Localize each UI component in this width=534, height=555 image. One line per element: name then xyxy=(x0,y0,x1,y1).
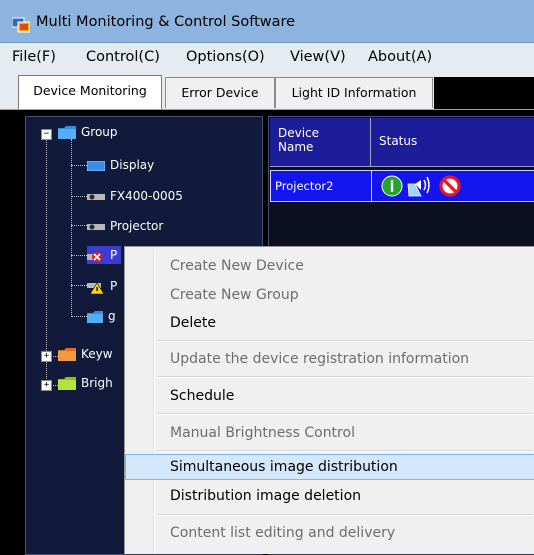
tree-node-label: P xyxy=(110,279,118,293)
tree-connector xyxy=(71,255,87,256)
tree-connector xyxy=(46,139,47,379)
tree-node-label: Group xyxy=(81,125,118,139)
menu-item-label: Create New Group xyxy=(170,287,299,303)
menu-item-label: Delete xyxy=(170,315,216,331)
audio-icon xyxy=(407,176,430,197)
menu-options[interactable]: Options(O) xyxy=(186,49,265,65)
column-label: Status xyxy=(379,134,418,148)
menu-item-update-registration[interactable]: Update the device registration informati… xyxy=(125,346,534,372)
menu-separator xyxy=(157,413,533,415)
cell-device-name: Projector2 xyxy=(275,179,334,193)
expand-toggle[interactable]: + xyxy=(41,380,52,391)
collapse-toggle[interactable]: − xyxy=(41,129,52,140)
menu-item-delete[interactable]: Delete xyxy=(125,310,534,336)
menu-item-label: Content list editing and delivery xyxy=(170,525,396,541)
menu-view[interactable]: View(V) xyxy=(290,49,346,65)
tab-bar: Device Monitoring Error Device Light ID … xyxy=(0,73,534,110)
tree-node-label: Keyw xyxy=(81,347,113,361)
tree-connector xyxy=(71,285,87,286)
tree-node-label: Projector xyxy=(110,219,164,233)
tree-connector xyxy=(71,316,87,317)
tree-node-subgroup[interactable]: g xyxy=(87,307,116,325)
menu-separator xyxy=(157,340,533,342)
projector-warning-icon xyxy=(87,281,105,294)
cell-divider xyxy=(371,171,372,201)
folder-icon xyxy=(58,126,76,139)
tree-node-label: Display xyxy=(110,158,155,172)
tree-node-group[interactable]: Group xyxy=(58,123,118,141)
column-device-name[interactable]: Device Name xyxy=(270,118,371,166)
table-row[interactable]: Projector2 xyxy=(270,170,534,202)
projector-icon xyxy=(87,193,105,200)
prohibited-icon xyxy=(439,175,461,197)
menu-file[interactable]: File(F) xyxy=(12,49,56,65)
projector-icon xyxy=(87,223,105,230)
tree-node-label: P xyxy=(110,248,118,262)
tree-connector xyxy=(71,196,87,197)
folder-icon xyxy=(58,377,76,390)
expand-toggle[interactable]: + xyxy=(41,351,52,362)
projector-error-icon xyxy=(87,251,102,262)
grid-header: Device Name Status xyxy=(270,118,534,167)
tree-node-brightness[interactable]: Brigh xyxy=(58,374,113,392)
menu-item-label: Distribution image deletion xyxy=(170,488,362,504)
menu-item-create-new-device[interactable]: Create New Device xyxy=(125,253,534,279)
column-status[interactable]: Status xyxy=(371,118,534,166)
tab-bar-empty-area xyxy=(434,77,534,109)
tree-connector xyxy=(71,165,87,166)
context-menu: Create New Device Create New Group Delet… xyxy=(124,246,534,554)
tab-light-id-information[interactable]: Light ID Information xyxy=(275,77,433,108)
menu-item-manual-brightness[interactable]: Manual Brightness Control xyxy=(125,420,534,446)
tree-connector xyxy=(71,225,87,226)
menu-separator xyxy=(157,514,533,516)
app-icon xyxy=(12,17,30,33)
title-bar: Multi Monitoring & Control Software xyxy=(0,0,534,43)
tree-node-label: Brigh xyxy=(81,376,113,390)
folder-icon xyxy=(58,348,76,361)
tree-node-label: FX400-0005 xyxy=(110,189,183,203)
menu-item-create-new-group[interactable]: Create New Group xyxy=(125,282,534,308)
display-icon xyxy=(87,160,105,171)
tree-node-display[interactable]: Display xyxy=(87,156,154,174)
menu-about[interactable]: About(A) xyxy=(368,49,432,65)
menu-item-distribution-image-deletion[interactable]: Distribution image deletion xyxy=(125,483,534,509)
column-label: Device Name xyxy=(278,126,320,154)
menu-item-label: Update the device registration informati… xyxy=(170,351,470,367)
menu-item-label: Create New Device xyxy=(170,258,304,274)
tab-device-monitoring[interactable]: Device Monitoring xyxy=(18,75,162,109)
menu-item-label: Schedule xyxy=(170,388,235,404)
tree-node-label: g xyxy=(108,309,116,323)
window-title: Multi Monitoring & Control Software xyxy=(36,14,296,30)
tree-node-selected[interactable]: P xyxy=(87,246,122,264)
tab-error-device[interactable]: Error Device xyxy=(165,77,275,108)
menu-control[interactable]: Control(C) xyxy=(86,49,160,65)
menu-item-content-list-editing[interactable]: Content list editing and delivery xyxy=(125,520,534,546)
menu-bar: File(F) Control(C) Options(O) View(V) Ab… xyxy=(0,43,534,73)
menu-item-label: Simultaneous image distribution xyxy=(170,459,398,475)
power-on-icon xyxy=(381,175,403,197)
menu-separator xyxy=(157,376,533,378)
tree-node-keyword[interactable]: Keyw xyxy=(58,345,113,363)
tree-node-fx400[interactable]: FX400-0005 xyxy=(87,187,183,205)
tree-node-projector[interactable]: Projector xyxy=(87,217,163,235)
menu-item-schedule[interactable]: Schedule xyxy=(125,383,534,409)
menu-item-simultaneous-image-distribution[interactable]: Simultaneous image distribution xyxy=(125,454,534,480)
tree-node-warning[interactable]: P xyxy=(87,277,117,295)
menu-item-label: Manual Brightness Control xyxy=(170,425,355,441)
folder-icon xyxy=(87,310,103,323)
menu-separator xyxy=(157,450,533,452)
